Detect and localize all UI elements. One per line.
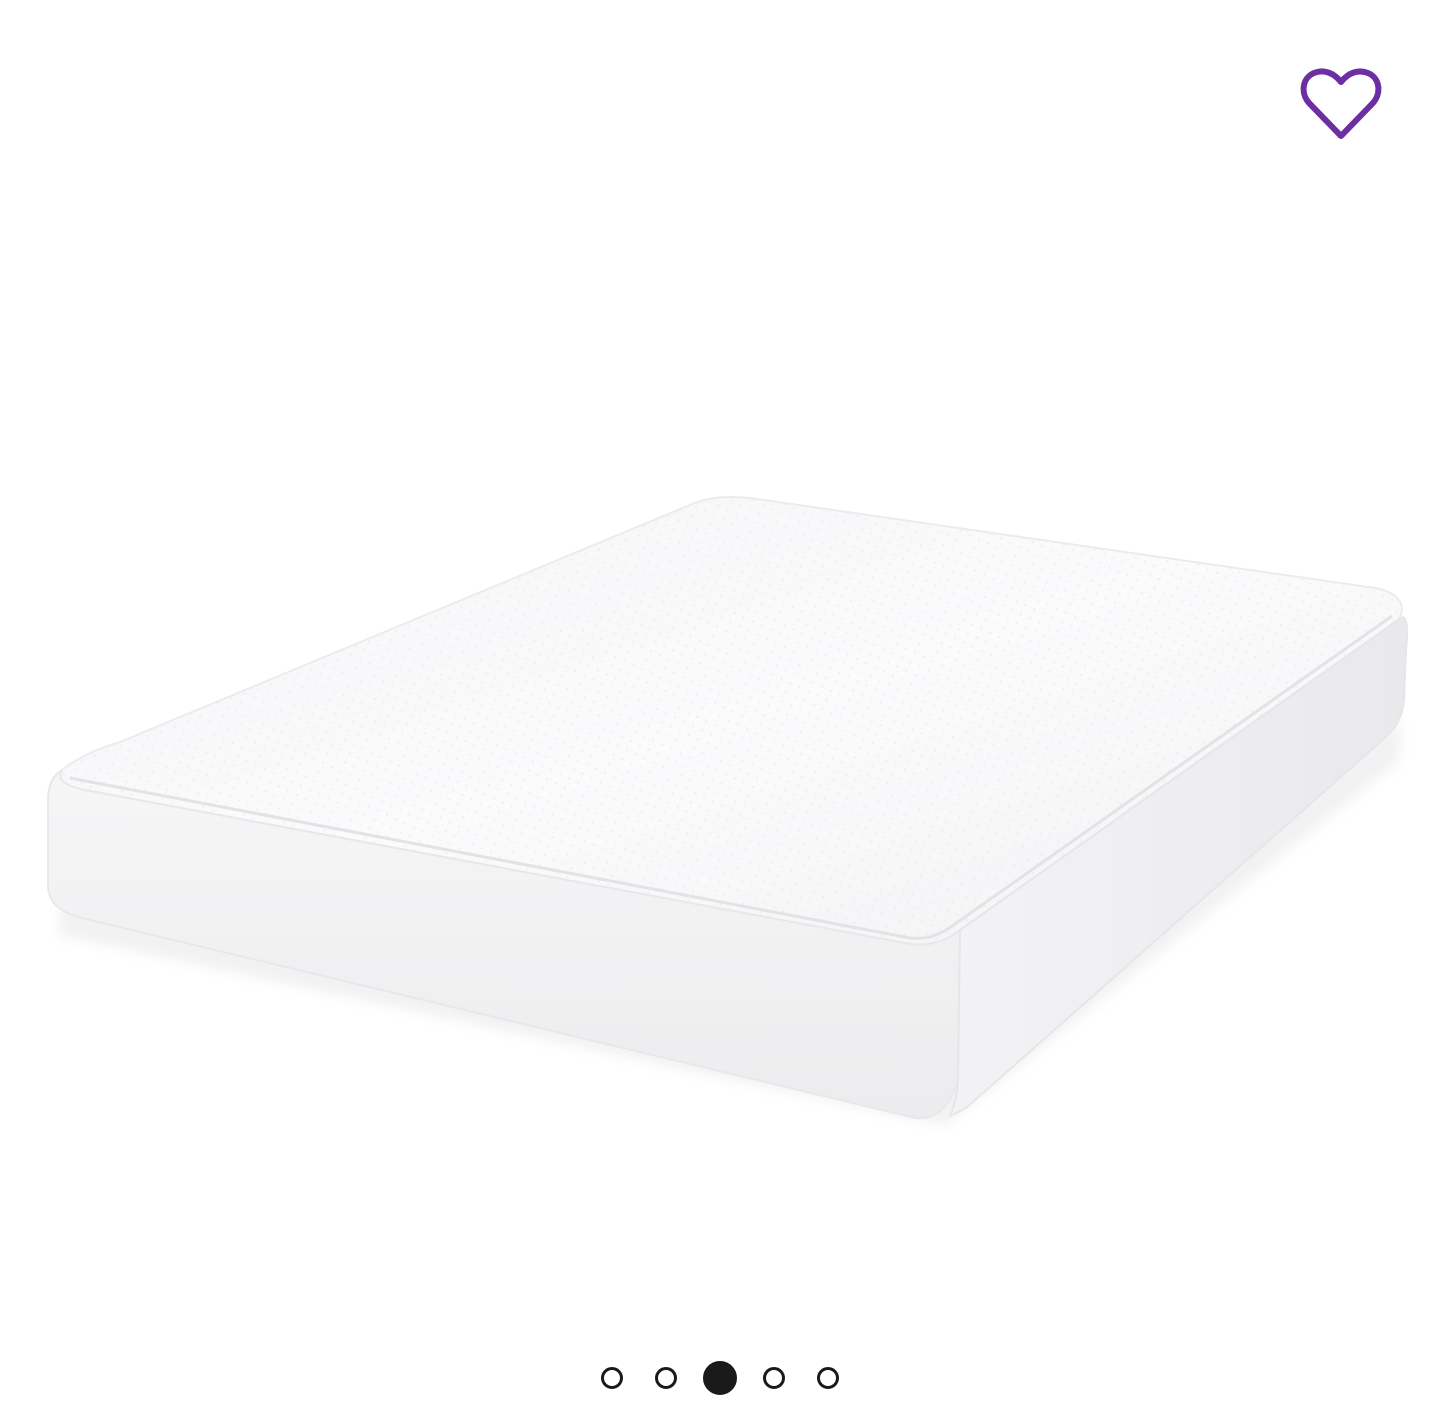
product-image-mattress[interactable] (0, 0, 1440, 1408)
dot-indicator (655, 1367, 677, 1389)
dot-indicator (763, 1367, 785, 1389)
carousel-pagination (0, 1358, 1440, 1398)
product-gallery (0, 0, 1440, 1408)
carousel-dot-5[interactable] (801, 1358, 855, 1398)
carousel-dot-4[interactable] (747, 1358, 801, 1398)
dot-indicator-active (703, 1361, 737, 1395)
favorite-button[interactable] (1298, 64, 1384, 144)
carousel-dot-3[interactable] (693, 1358, 747, 1398)
heart-outline-icon (1300, 68, 1382, 139)
carousel-dot-2[interactable] (639, 1358, 693, 1398)
dot-indicator (601, 1367, 623, 1389)
dot-indicator (817, 1367, 839, 1389)
carousel-dot-1[interactable] (585, 1358, 639, 1398)
